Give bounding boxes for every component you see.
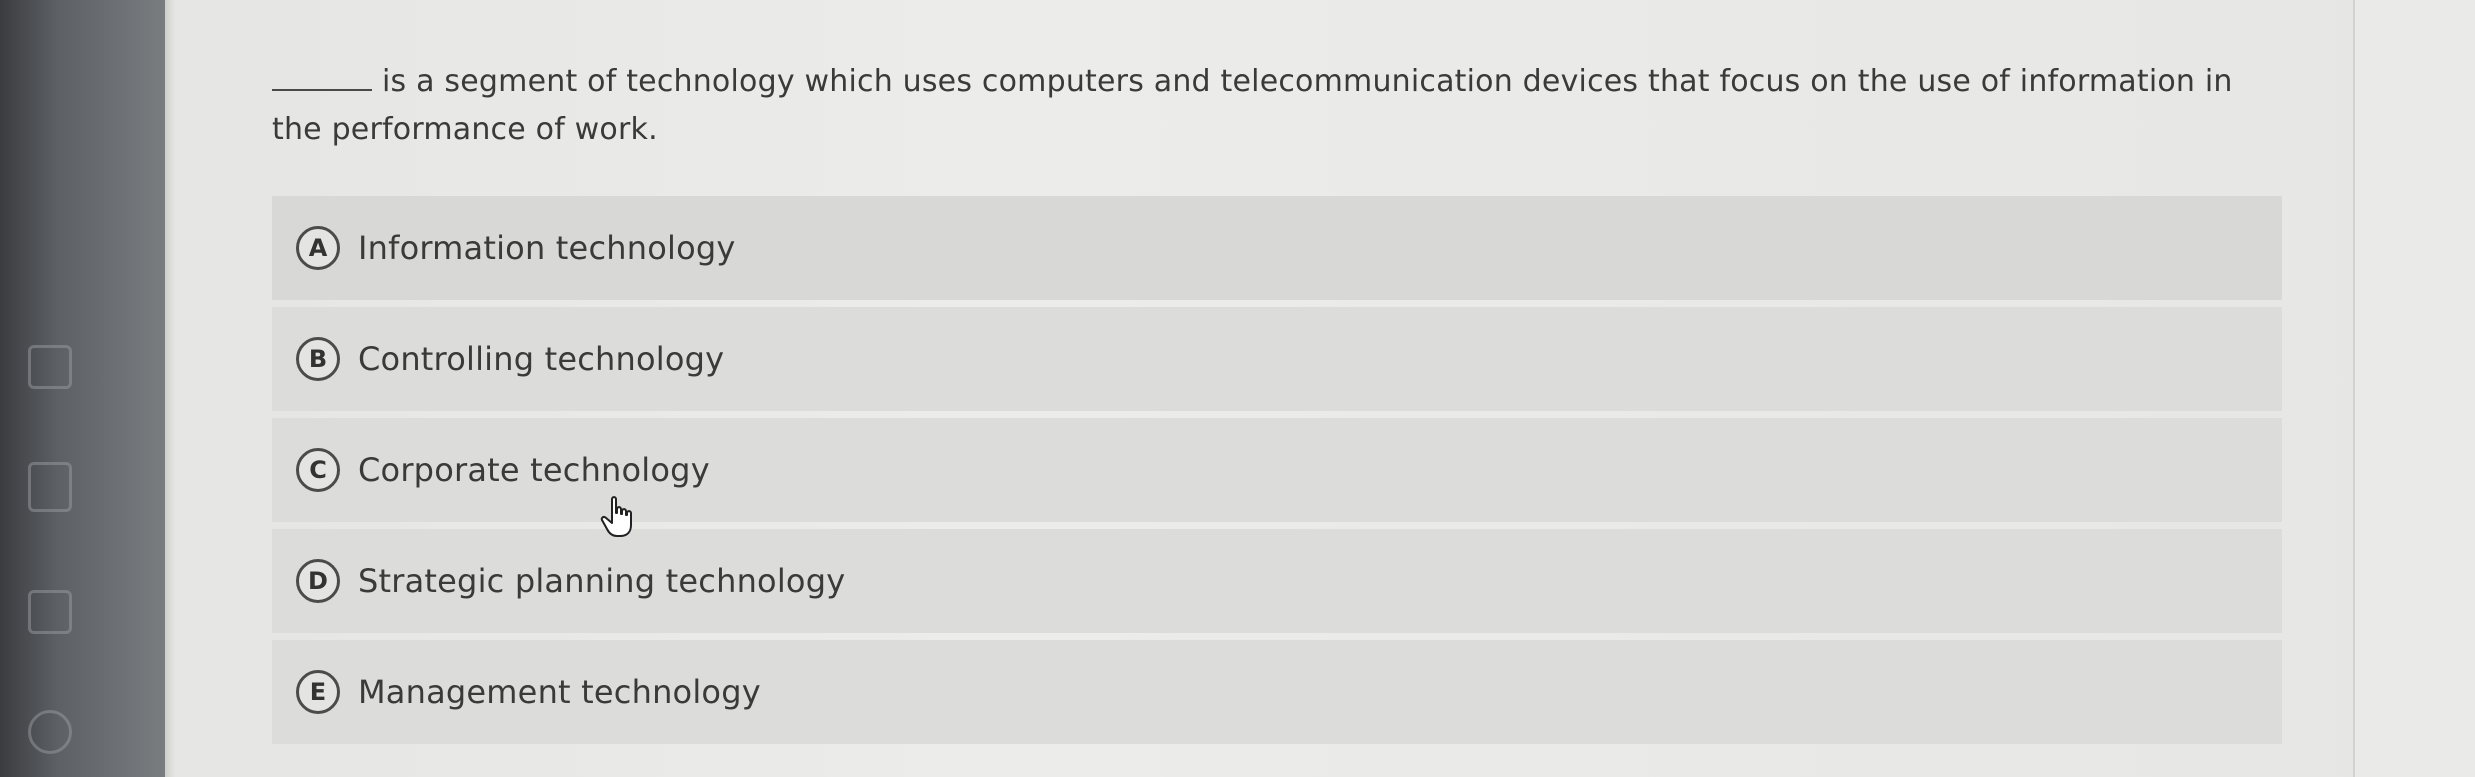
option-e-letter: E (296, 670, 340, 714)
toolbar-document-icon[interactable] (28, 462, 72, 512)
option-e[interactable]: E Management technology (272, 640, 2282, 744)
option-a[interactable]: A Information technology (272, 196, 2282, 300)
answer-options: A Information technology B Controlling t… (272, 196, 2282, 751)
question-body: is a segment of technology which uses co… (272, 64, 2233, 147)
option-b[interactable]: B Controlling technology (272, 307, 2282, 411)
right-panel (2353, 0, 2475, 777)
toolbar-tool-icon[interactable] (28, 345, 72, 389)
hand-pointer-cursor-icon (600, 496, 632, 537)
option-b-letter: B (296, 337, 340, 381)
question-blank (272, 63, 372, 91)
option-d-label: Strategic planning technology (358, 562, 846, 600)
option-d[interactable]: D Strategic planning technology (272, 529, 2282, 633)
screen: is a segment of technology which uses co… (0, 0, 2475, 777)
option-a-letter: A (296, 226, 340, 270)
toolbar-back-icon[interactable] (28, 710, 72, 754)
option-b-label: Controlling technology (358, 340, 725, 378)
question-text: is a segment of technology which uses co… (272, 58, 2272, 154)
option-c-letter: C (296, 448, 340, 492)
option-c-label: Corporate technology (358, 451, 710, 489)
rail-shadow (165, 0, 175, 777)
option-d-letter: D (296, 559, 340, 603)
option-e-label: Management technology (358, 673, 761, 711)
option-c[interactable]: C Corporate technology (272, 418, 2282, 522)
option-a-label: Information technology (358, 229, 736, 267)
left-toolbar (0, 0, 165, 777)
toolbar-export-icon[interactable] (28, 590, 72, 634)
